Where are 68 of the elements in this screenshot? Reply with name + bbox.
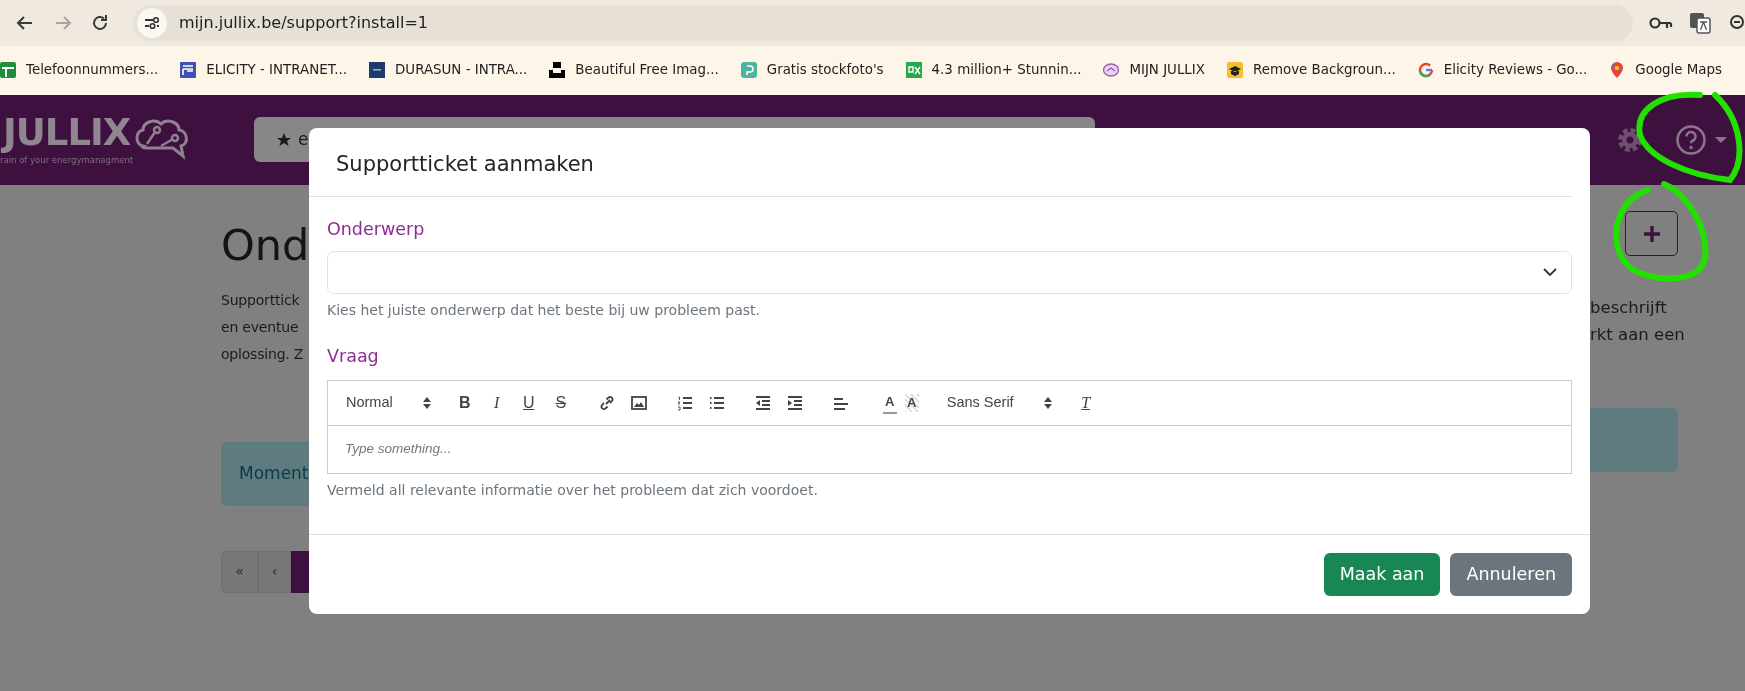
help-text: Vermeld all relevante informatie over het probleem dat zich voordoet. xyxy=(327,480,819,500)
chevron-down-icon xyxy=(1543,268,1557,278)
map-pin-icon xyxy=(1609,62,1626,79)
translate-icon[interactable] xyxy=(1689,12,1711,34)
italic-button[interactable]: I xyxy=(484,390,509,415)
dialog-title: Supportticket aanmaken xyxy=(309,128,1572,197)
zoom-icon[interactable] xyxy=(1727,14,1745,32)
g-letter-icon xyxy=(1417,62,1434,79)
bookmark[interactable]: Remove Backgroun... xyxy=(1226,60,1396,81)
paragraph-line: beschrijft xyxy=(1590,297,1667,319)
numbered-list-icon[interactable] xyxy=(676,394,693,411)
text-color-button[interactable]: A xyxy=(882,391,897,414)
site-settings-icon xyxy=(144,16,160,30)
rounded-square-icon xyxy=(740,62,757,79)
tagline: rain of your energymanagment xyxy=(0,153,134,167)
key-icon[interactable] xyxy=(1649,16,1673,30)
bullet-list-icon[interactable] xyxy=(708,394,725,411)
bookmark[interactable]: 4.3 million+ Stunnin... xyxy=(905,60,1082,81)
underline-button[interactable]: U xyxy=(516,390,541,415)
create-button[interactable]: Maak aan xyxy=(1323,553,1441,596)
sheet-icon xyxy=(0,62,16,79)
square-icon xyxy=(905,62,922,79)
bookmark[interactable]: ELICITY - INTRANET... xyxy=(180,60,348,81)
strikethrough-button[interactable]: S xyxy=(548,390,573,415)
bookmark[interactable]: Telefoonnummers... xyxy=(0,60,159,81)
add-button[interactable] xyxy=(1625,211,1678,256)
paragraph-line: rkt aan een xyxy=(1590,324,1685,346)
plus-icon xyxy=(1642,224,1661,243)
search-text: e xyxy=(298,127,309,151)
field-label: Onderwerp xyxy=(327,218,426,241)
paragraph-line: en eventue xyxy=(221,317,300,337)
cancel-button[interactable]: Annuleren xyxy=(1450,553,1572,596)
paragraph-line: Supporttick xyxy=(221,290,301,310)
blocks-icon xyxy=(549,62,566,79)
format-picker[interactable]: Normal xyxy=(346,390,431,415)
bookmark[interactable]: Elicity Reviews - Go... xyxy=(1417,60,1588,81)
up-down-icon xyxy=(422,396,431,409)
cap-icon xyxy=(1226,62,1243,79)
link-icon[interactable] xyxy=(598,394,615,411)
bookmark[interactable]: Google Maps xyxy=(1609,60,1723,81)
caret-icon xyxy=(1715,136,1727,144)
help-icon xyxy=(1675,124,1707,156)
page-link[interactable] xyxy=(291,550,309,593)
bold-button[interactable]: B xyxy=(452,390,477,415)
square-logo-icon xyxy=(369,62,386,79)
clear-format-button[interactable]: T xyxy=(1073,390,1098,415)
url-text: mijn.jullix.be/support?install=1 xyxy=(179,12,428,34)
star-icon xyxy=(276,131,292,148)
info-alert: Moment xyxy=(221,441,309,506)
paragraph-line: oplossing. Z xyxy=(221,344,305,364)
indent-icon[interactable] xyxy=(786,394,803,411)
image-icon[interactable] xyxy=(630,394,647,411)
address-bar[interactable]: mijn.jullix.be/support?install=1 xyxy=(133,5,1633,41)
up-down-icon xyxy=(1043,396,1052,409)
bookmark[interactable]: Beautiful Free Imag... xyxy=(549,60,719,81)
bookmark[interactable]: Gratis stockfoto's xyxy=(740,60,884,81)
page-title: Ond xyxy=(221,220,309,272)
outdent-icon[interactable] xyxy=(754,394,771,411)
help-text: Kies het juiste onderwerp dat het beste bij uw probleem past. xyxy=(327,301,761,321)
logo-text: JULLIX xyxy=(3,113,132,154)
text-editor[interactable]: Type something... xyxy=(327,425,1572,474)
layout-icon xyxy=(180,62,197,79)
help-menu-button[interactable] xyxy=(1675,124,1727,156)
bookmark[interactable]: MIJN JULLIX xyxy=(1103,60,1205,81)
format-picker[interactable]: Sans Serif xyxy=(946,390,1052,415)
field-label: Vraag xyxy=(327,345,380,369)
bookmark[interactable]: DURASUN - INTRA... xyxy=(369,60,528,81)
highlight-button[interactable]: A xyxy=(904,393,919,412)
